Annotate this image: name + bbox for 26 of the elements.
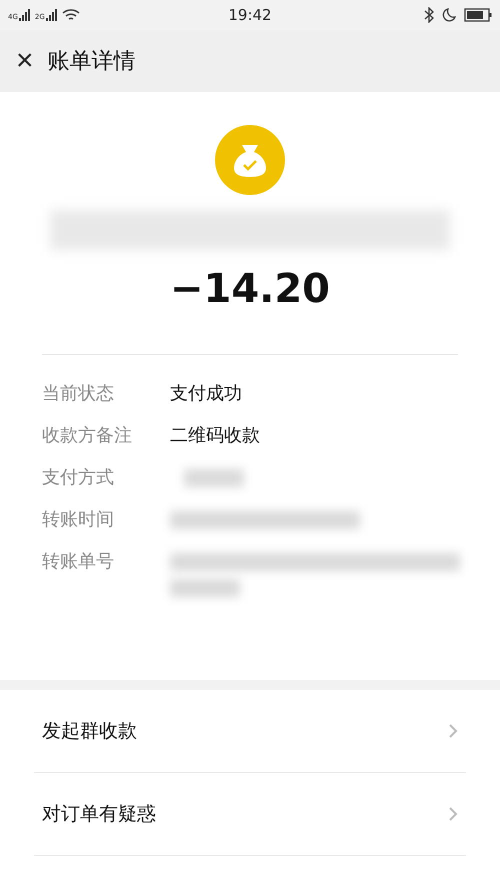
moon-icon bbox=[442, 8, 456, 22]
signal-icon bbox=[18, 9, 31, 21]
close-button[interactable]: × bbox=[16, 46, 34, 76]
detail-label: 收款方备注 bbox=[42, 424, 133, 448]
wifi-icon bbox=[62, 8, 80, 22]
detail-label: 当前状态 bbox=[42, 382, 115, 406]
chevron-icon bbox=[448, 723, 458, 739]
bluetooth-icon bbox=[424, 7, 434, 23]
detail-label: 支付方式 bbox=[42, 466, 115, 490]
detail-label: 转账时间 bbox=[42, 508, 115, 532]
detail-value: 支付成功 bbox=[170, 382, 242, 406]
menu-label: 发起群收款 bbox=[42, 719, 137, 744]
amount: −14.20 bbox=[170, 266, 330, 312]
battery-icon bbox=[464, 8, 492, 22]
status-time: 19:42 bbox=[228, 6, 272, 24]
signal-icon bbox=[46, 9, 58, 21]
detail-label: 转账单号 bbox=[42, 550, 115, 574]
menu-item[interactable]: 对订单有疑惑 bbox=[34, 773, 466, 856]
blurred-text bbox=[170, 579, 240, 597]
money-bag-icon bbox=[215, 125, 285, 195]
blurred-text bbox=[184, 469, 244, 487]
menu-label: 对订单有疑惑 bbox=[42, 802, 156, 827]
chevron-icon bbox=[448, 806, 458, 822]
detail-value: 二维码收款 bbox=[170, 424, 260, 448]
page-title: 账单详情 bbox=[48, 48, 136, 76]
menu-item[interactable]: 发起群收款 bbox=[34, 690, 466, 773]
